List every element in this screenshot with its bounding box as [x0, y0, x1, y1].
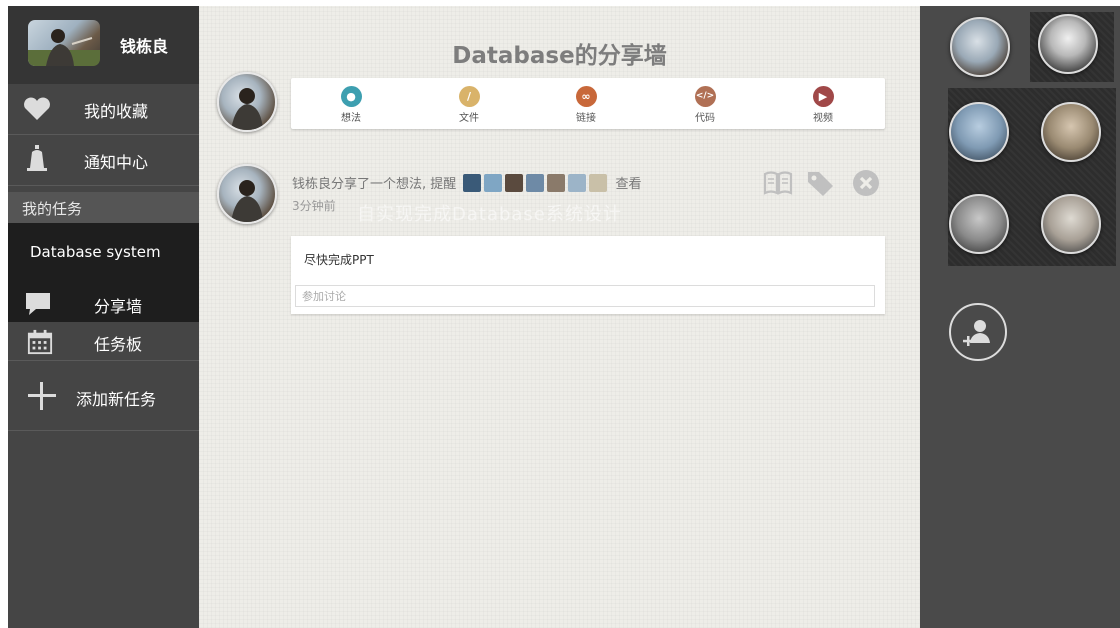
code-icon: </>: [694, 86, 716, 107]
comment-input[interactable]: [295, 285, 875, 307]
paperclip-icon: /: [458, 86, 480, 107]
add-member-button[interactable]: [949, 303, 1007, 361]
lightbulb-icon: ●: [340, 86, 362, 107]
member-avatar[interactable]: [949, 102, 1009, 162]
share-type-label: 文件: [459, 113, 479, 124]
post-meta: 钱栋良分享了一个想法, 提醒 查看: [292, 173, 642, 192]
member-avatar[interactable]: [1041, 194, 1101, 254]
share-type-label: 链接: [576, 113, 596, 124]
section-header-my-tasks: 我的任务: [8, 192, 199, 223]
sidebar-item-label: 我的收藏: [84, 102, 149, 121]
plus-icon: [28, 382, 56, 410]
members-panel: [920, 6, 1120, 628]
sidebar-item-label: 任务板: [94, 335, 143, 354]
heart-icon: [24, 97, 50, 120]
share-link-button[interactable]: ∞ 链接: [556, 84, 616, 126]
sidebar-item-notifications[interactable]: 通知中心: [8, 135, 199, 186]
calendar-icon: [27, 329, 53, 355]
share-file-button[interactable]: / 文件: [439, 84, 499, 126]
add-task-button[interactable]: 添加新任务: [8, 362, 199, 431]
sidebar-item-task-board[interactable]: 任务板: [8, 323, 199, 361]
member-avatar[interactable]: [949, 194, 1009, 254]
close-icon[interactable]: [851, 169, 881, 197]
avatar[interactable]: [28, 20, 100, 66]
video-icon: ▶: [812, 86, 834, 107]
share-code-button[interactable]: </> 代码: [675, 84, 735, 126]
avatar[interactable]: [505, 174, 524, 192]
ghost-text: 自实现完成Database系统设计: [357, 204, 622, 225]
add-task-label: 添加新任务: [76, 390, 157, 409]
sidebar-item-share-wall[interactable]: 分享墙: [8, 285, 199, 322]
avatar[interactable]: [547, 174, 566, 192]
user-profile[interactable]: 钱栋良: [8, 6, 199, 84]
avatar[interactable]: [589, 174, 608, 192]
link-icon: ∞: [575, 86, 597, 107]
member-avatar[interactable]: [950, 17, 1010, 77]
share-type-bar: ● 想法 / 文件 ∞ 链接 </> 代码 ▶ 视频: [291, 78, 885, 129]
share-type-label: 想法: [341, 113, 361, 124]
share-video-button[interactable]: ▶ 视频: [793, 84, 853, 126]
bell-icon: [27, 145, 47, 171]
tag-icon[interactable]: [805, 169, 835, 197]
section-title: 我的任务: [22, 200, 83, 218]
post-content: 尽快完成PPT: [304, 253, 374, 267]
avatar[interactable]: [217, 164, 277, 224]
post-card: 尽快完成PPT: [291, 236, 885, 314]
share-idea-button[interactable]: ● 想法: [321, 84, 381, 126]
avatar[interactable]: [217, 72, 277, 132]
book-icon[interactable]: [763, 169, 793, 197]
avatar[interactable]: [526, 174, 545, 192]
avatar[interactable]: [484, 174, 503, 192]
user-name: 钱栋良: [120, 37, 169, 56]
share-type-label: 代码: [695, 113, 715, 124]
member-avatar[interactable]: [1041, 102, 1101, 162]
sidebar: 钱栋良 我的收藏 通知中心 我的任务 Database system 分享墙 任…: [8, 6, 199, 628]
sidebar-item-label: 通知中心: [84, 153, 149, 172]
post-time: 3分钟前: [292, 199, 336, 213]
view-link[interactable]: 查看: [616, 177, 642, 192]
add-user-icon: [963, 320, 990, 346]
member-avatar[interactable]: [1038, 14, 1098, 74]
avatar[interactable]: [463, 174, 482, 192]
avatar[interactable]: [568, 174, 587, 192]
page-title: Database的分享墙: [452, 43, 667, 69]
post-meta-text: 钱栋良分享了一个想法, 提醒: [292, 177, 457, 192]
speech-bubble-icon: [26, 293, 50, 315]
share-type-label: 视频: [813, 113, 833, 124]
task-label: Database system: [30, 243, 161, 261]
sidebar-item-favorites[interactable]: 我的收藏: [8, 84, 199, 135]
share-wall-main: Database的分享墙 ● 想法 / 文件 ∞ 链接 </> 代码 ▶ 视频: [199, 6, 920, 628]
sidebar-item-label: 分享墙: [94, 297, 143, 316]
task-item-database-system[interactable]: Database system: [8, 223, 199, 285]
